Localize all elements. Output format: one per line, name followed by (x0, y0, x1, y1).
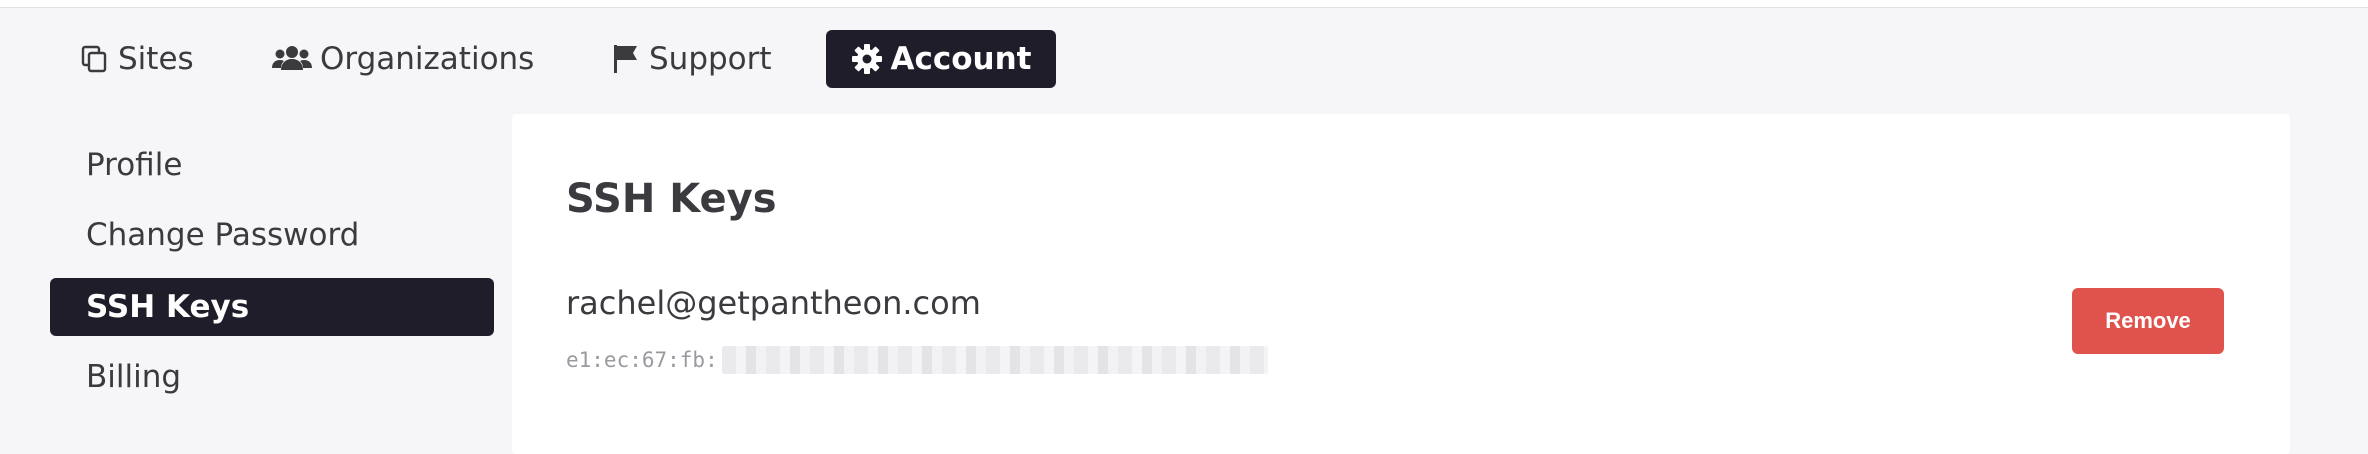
tab-support[interactable]: Support (611, 30, 772, 88)
tab-organizations[interactable]: Organizations (272, 30, 534, 88)
gear-icon (851, 43, 883, 75)
fingerprint-redacted (721, 346, 1268, 374)
ssh-keys-panel: SSH Keys rachel@getpantheon.com e1:ec:67… (512, 114, 2290, 454)
tab-label: Organizations (320, 41, 535, 77)
flag-icon (611, 43, 641, 75)
ssh-key-email: rachel@getpantheon.com (566, 284, 981, 322)
fingerprint-prefix: e1:ec:67:fb: (566, 348, 718, 372)
sidebar-item-ssh-keys[interactable]: SSH Keys (50, 278, 494, 336)
copy-icon (80, 44, 110, 74)
remove-button[interactable]: Remove (2072, 288, 2224, 354)
tab-sites[interactable]: Sites (80, 30, 194, 88)
sidebar-item-billing[interactable]: Billing (50, 348, 494, 406)
tab-label: Account (890, 41, 1032, 77)
ssh-key-fingerprint: e1:ec:67:fb: (566, 346, 1268, 374)
tab-account[interactable]: Account (826, 30, 1056, 88)
users-icon (272, 44, 312, 74)
sidebar-item-change-password[interactable]: Change Password (50, 206, 494, 264)
page-title: SSH Keys (566, 176, 777, 222)
top-border (0, 0, 2368, 8)
tab-label: Sites (118, 41, 194, 77)
tab-label: Support (649, 41, 772, 77)
sidebar-item-profile[interactable]: Profile (50, 136, 494, 194)
